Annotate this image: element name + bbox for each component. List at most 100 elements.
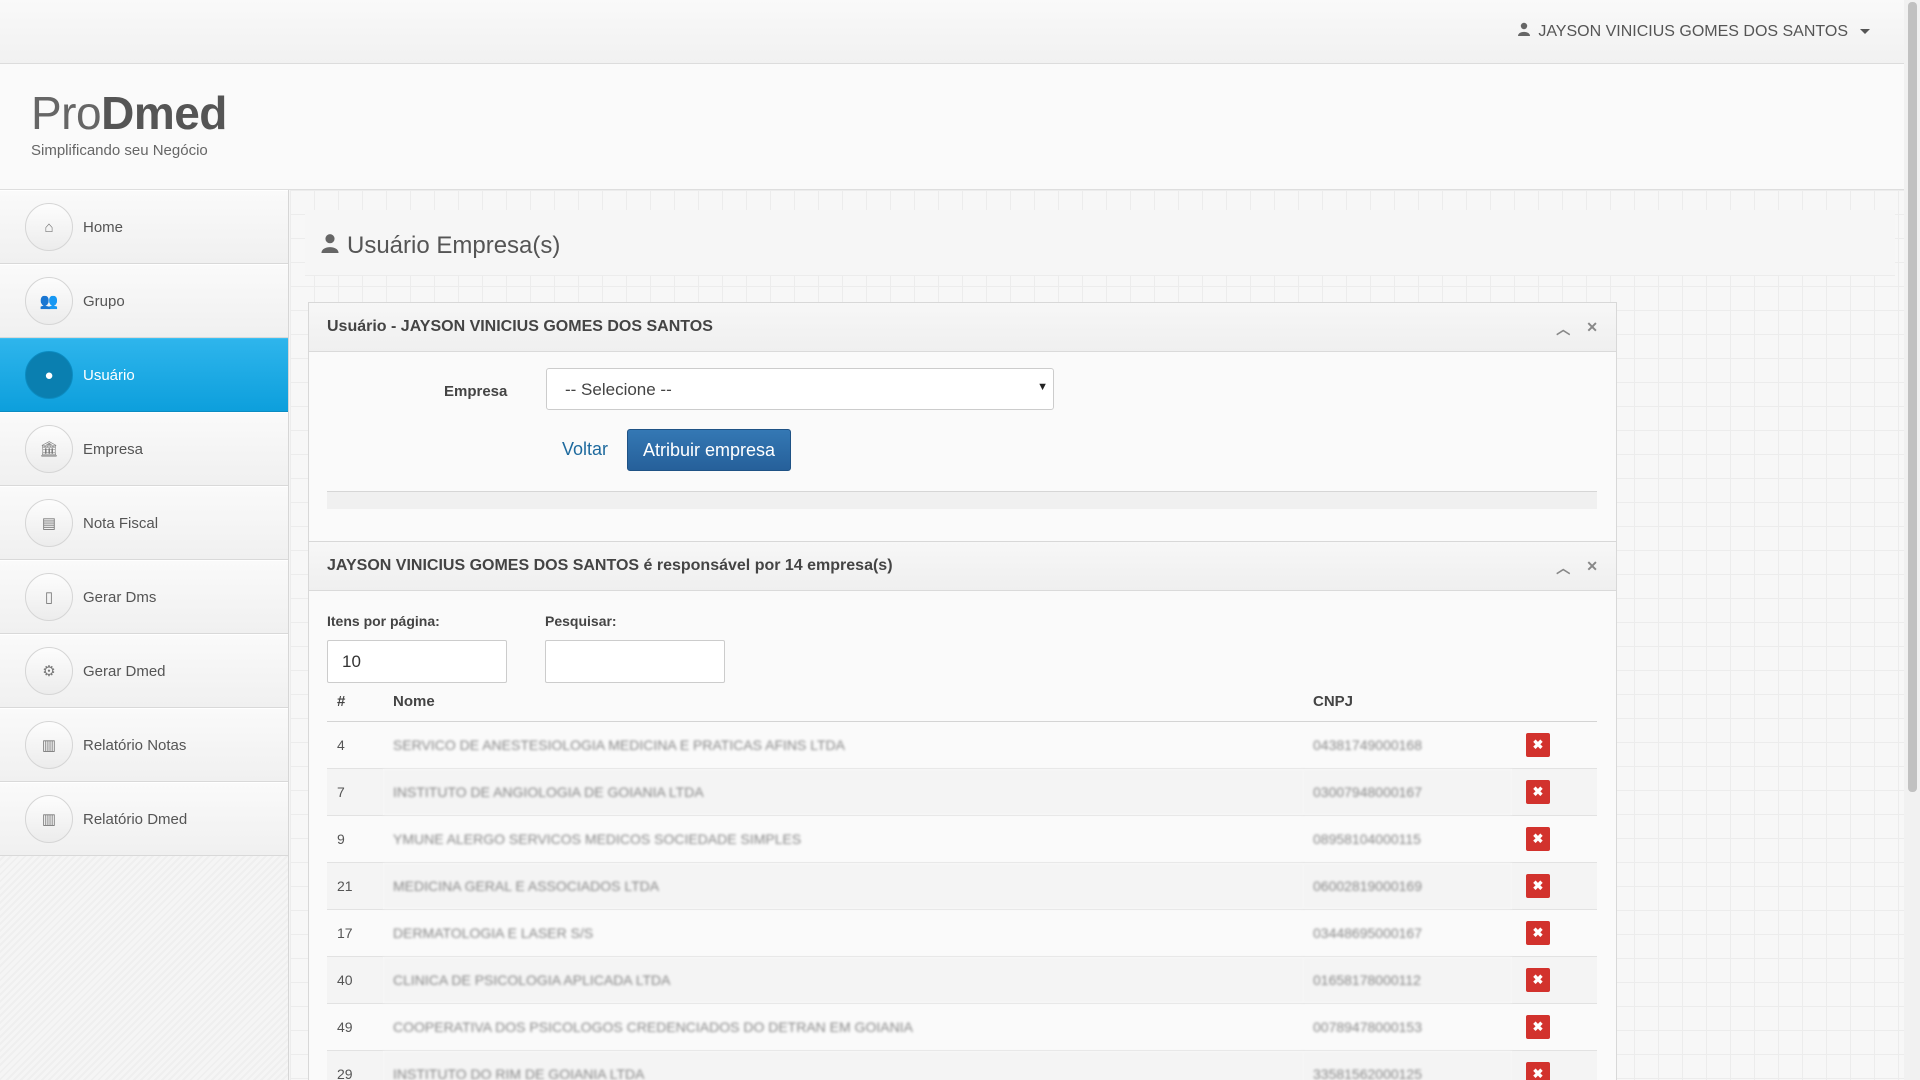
sidebar-item-empresa[interactable]: 🏛 Empresa bbox=[0, 412, 288, 486]
scrollbar-thumb[interactable] bbox=[1908, 2, 1917, 792]
sidebar-item-gerar-dmed[interactable]: ⚙ Gerar Dmed bbox=[0, 634, 288, 708]
sidebar: ⌂ Home 👥 Grupo ● Usuário 🏛 Empresa ▤ Nota Fiscal ▯… bbox=[0, 190, 289, 1080]
row-id: 40 bbox=[327, 956, 383, 1004]
gear-icon: ⚙ bbox=[25, 647, 73, 695]
sidebar-item-label: Relatório Notas bbox=[83, 736, 187, 754]
sidebar-item-label: Empresa bbox=[83, 440, 144, 458]
back-button[interactable]: Voltar bbox=[562, 439, 608, 460]
chevron-up-icon[interactable]: ︿ bbox=[1556, 319, 1570, 339]
table-row: 21 MEDICINA GERAL E ASSOCIADOS LTDA 060028… bbox=[327, 862, 1597, 910]
bank-icon: 🏛 bbox=[25, 425, 73, 473]
page-header: Usuário Empresa(s) bbox=[305, 210, 1895, 276]
table-row: 49 COOPERATIVA DOS PSICOLOGOS CREDENCIADO… bbox=[327, 1003, 1597, 1051]
row-nome: DERMATOLOGIA E LASER S/S bbox=[383, 909, 1303, 957]
close-icon[interactable]: ✕ bbox=[1586, 319, 1598, 339]
table-row: 17 DERMATOLOGIA E LASER S/S 03448695000167… bbox=[327, 909, 1597, 957]
row-actions: ✖ bbox=[1512, 909, 1597, 957]
row-actions: ✖ bbox=[1512, 862, 1597, 910]
sidebar-item-label: Home bbox=[83, 218, 124, 236]
row-actions: ✖ bbox=[1512, 1050, 1597, 1080]
sidebar-item-label: Relatório Dmed bbox=[83, 810, 188, 828]
user-icon bbox=[1518, 22, 1531, 41]
empresa-select[interactable]: -- Selecione -- ▼ bbox=[546, 368, 1054, 410]
search-input[interactable] bbox=[545, 640, 725, 683]
group-icon: 👥 bbox=[25, 277, 73, 325]
sidebar-item-label: Grupo bbox=[83, 292, 125, 310]
file-icon: ▤ bbox=[25, 499, 73, 547]
sidebar-item-grupo[interactable]: 👥 Grupo bbox=[0, 264, 288, 338]
row-cnpj: 08958104000115 bbox=[1303, 815, 1512, 863]
row-id: 4 bbox=[327, 721, 383, 769]
row-cnpj: 06002819000169 bbox=[1303, 862, 1512, 910]
remove-company-button[interactable]: ✖ bbox=[1526, 967, 1550, 992]
sidebar-item-relatório-dmed[interactable]: ▥ Relatório Dmed bbox=[0, 782, 288, 856]
remove-company-button[interactable]: ✖ bbox=[1526, 826, 1550, 851]
row-actions: ✖ bbox=[1512, 1003, 1597, 1051]
row-actions: ✖ bbox=[1512, 721, 1597, 769]
row-id: 21 bbox=[327, 862, 383, 910]
row-id: 7 bbox=[327, 768, 383, 816]
row-cnpj: 00789478000153 bbox=[1303, 1003, 1512, 1051]
row-cnpj: 33581562000125 bbox=[1303, 1050, 1512, 1080]
sidebar-item-gerar-dms[interactable]: ▯ Gerar Dms bbox=[0, 560, 288, 634]
caret-down-icon bbox=[1860, 29, 1870, 34]
bar-chart-icon: ▥ bbox=[25, 795, 73, 843]
row-nome: YMUNE ALERGO SERVICOS MEDICOS SOCIEDADE … bbox=[383, 815, 1303, 863]
sidebar-item-label: Usuário bbox=[83, 366, 135, 384]
select-arrow-icon: ▼ bbox=[1037, 381, 1048, 393]
remove-company-button[interactable]: ✖ bbox=[1526, 732, 1550, 757]
sidebar-item-relatório-notas[interactable]: ▥ Relatório Notas bbox=[0, 708, 288, 782]
row-nome: MEDICINA GERAL E ASSOCIADOS LTDA bbox=[383, 862, 1303, 910]
main-content: Usuário Empresa(s) Usuário - JAYSON VINI… bbox=[290, 190, 1904, 1080]
sidebar-item-usuário[interactable]: ● Usuário bbox=[0, 338, 288, 412]
brand-subtitle: Simplificando seu Negócio bbox=[31, 142, 208, 159]
remove-company-button[interactable]: ✖ bbox=[1526, 1014, 1550, 1039]
user-name: JAYSON VINICIUS GOMES DOS SANTOS bbox=[1538, 22, 1848, 40]
remove-company-button[interactable]: ✖ bbox=[1526, 873, 1550, 898]
home-icon: ⌂ bbox=[25, 203, 73, 251]
assign-company-panel: Usuário - JAYSON VINICIUS GOMES DOS SANT… bbox=[308, 302, 1617, 542]
column-header-id: # bbox=[327, 683, 383, 722]
remove-company-button[interactable]: ✖ bbox=[1526, 920, 1550, 945]
column-header-cnpj: CNPJ bbox=[1303, 683, 1512, 722]
page-scrollbar[interactable] bbox=[1904, 0, 1920, 1080]
brand-header: ProDmed Simplificando seu Negócio bbox=[0, 64, 1904, 190]
row-nome: SERVICO DE ANESTESIOLOGIA MEDICINA E PRA… bbox=[383, 721, 1303, 769]
top-navbar: JAYSON VINICIUS GOMES DOS SANTOS bbox=[0, 0, 1904, 64]
search-label: Pesquisar: bbox=[545, 613, 617, 629]
document-icon: ▯ bbox=[25, 573, 73, 621]
page-title-text: Usuário Empresa(s) bbox=[347, 232, 561, 259]
brand-logo[interactable]: ProDmed bbox=[31, 86, 227, 140]
assign-company-button[interactable]: Atribuir empresa bbox=[627, 429, 792, 471]
brand-title-light: Pro bbox=[31, 87, 102, 139]
sidebar-item-nota-fiscal[interactable]: ▤ Nota Fiscal bbox=[0, 486, 288, 560]
remove-company-button[interactable]: ✖ bbox=[1526, 779, 1550, 804]
empresa-label: Empresa bbox=[444, 383, 508, 400]
panel-title: Usuário - JAYSON VINICIUS GOMES DOS SANT… bbox=[327, 318, 713, 335]
row-id: 9 bbox=[327, 815, 383, 863]
row-cnpj: 03007948000167 bbox=[1303, 768, 1512, 816]
row-actions: ✖ bbox=[1512, 815, 1597, 863]
sidebar-item-label: Gerar Dmed bbox=[83, 662, 166, 680]
column-header-actions bbox=[1512, 683, 1597, 722]
user-menu-dropdown[interactable]: JAYSON VINICIUS GOMES DOS SANTOS bbox=[1518, 22, 1870, 41]
row-nome: INSTITUTO DO RIM DE GOIANIA LTDA bbox=[383, 1050, 1303, 1080]
panel-footer-divider bbox=[327, 491, 1597, 509]
remove-company-button[interactable]: ✖ bbox=[1526, 1061, 1550, 1080]
companies-list-panel: JAYSON VINICIUS GOMES DOS SANTOS é respo… bbox=[308, 541, 1617, 1080]
row-actions: ✖ bbox=[1512, 956, 1597, 1004]
brand-title-bold: Dmed bbox=[101, 87, 227, 139]
row-nome: CLINICA DE PSICOLOGIA APLICADA LTDA bbox=[383, 956, 1303, 1004]
column-header-nome: Nome bbox=[383, 683, 1303, 722]
sidebar-item-label: Nota Fiscal bbox=[83, 514, 159, 532]
row-nome: INSTITUTO DE ANGIOLOGIA DE GOIANIA LTDA bbox=[383, 768, 1303, 816]
page-title: Usuário Empresa(s) bbox=[321, 232, 560, 260]
table-row: 9 YMUNE ALERGO SERVICOS MEDICOS SOCIEDADE… bbox=[327, 815, 1597, 863]
chevron-up-icon[interactable]: ︿ bbox=[1556, 558, 1570, 578]
close-icon[interactable]: ✕ bbox=[1586, 558, 1598, 578]
row-nome: COOPERATIVA DOS PSICOLOGOS CREDENCIADOS … bbox=[383, 1003, 1303, 1051]
sidebar-item-home[interactable]: ⌂ Home bbox=[0, 190, 288, 264]
row-id: 29 bbox=[327, 1050, 383, 1080]
per-page-input[interactable]: 10 bbox=[327, 640, 507, 683]
sidebar-item-label: Gerar Dms bbox=[83, 588, 157, 606]
